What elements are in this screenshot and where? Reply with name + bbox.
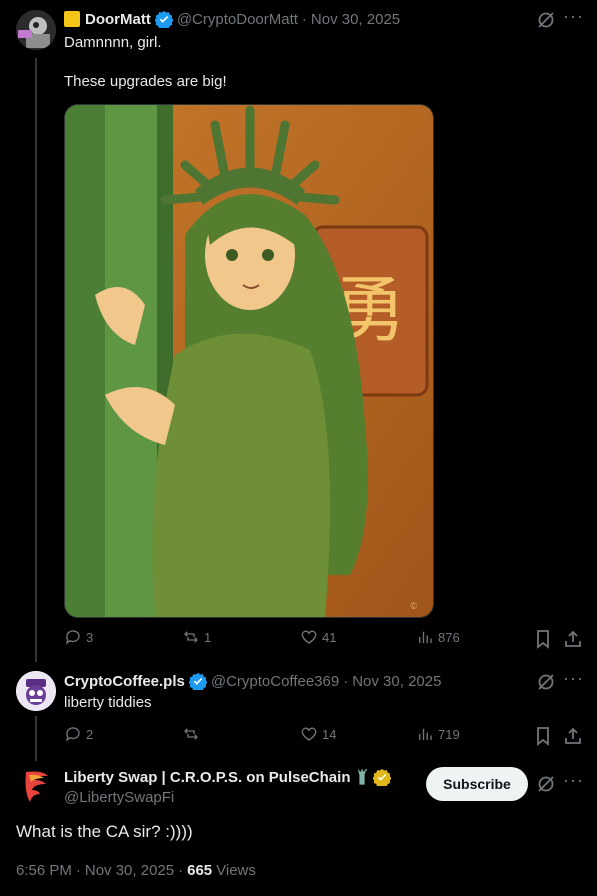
repost-button[interactable]: [182, 725, 204, 743]
doormatt-avatar-image: [16, 10, 56, 50]
post-time[interactable]: 6:56 PM: [16, 862, 72, 879]
bookmark-icon[interactable]: [533, 629, 553, 649]
views-icon: [419, 631, 432, 643]
grok-icon[interactable]: [536, 672, 556, 692]
author-name[interactable]: Liberty Swap | C.R.O.P.S. on PulseChain: [64, 769, 350, 786]
post-text-line2: These upgrades are big!: [64, 73, 227, 90]
views-button[interactable]: 876: [416, 628, 460, 646]
like-count: 14: [322, 726, 337, 742]
views-icon: [419, 728, 432, 740]
view-count: 876: [438, 629, 460, 645]
heart-icon: [301, 630, 317, 644]
verified-badge-icon: [154, 10, 173, 28]
reply-button[interactable]: 2: [64, 725, 93, 743]
repost-button[interactable]: 1: [182, 628, 211, 646]
image-watermark: ©: [410, 601, 417, 611]
separator-dot: ·: [301, 10, 307, 28]
reply-icon: [65, 727, 80, 742]
anime-liberty-illustration: 勇 ©: [65, 105, 433, 617]
reply-count: 3: [86, 629, 94, 645]
repost-count: 1: [204, 629, 212, 645]
post-image[interactable]: 勇 ©: [64, 104, 434, 618]
verified-gold-badge-icon: [373, 768, 392, 786]
separator-dot: ·: [178, 862, 184, 879]
post-text: liberty tiddies: [64, 694, 152, 711]
more-options-icon[interactable]: ···: [563, 770, 584, 791]
main-post-text: What is the CA sir? :)))): [16, 822, 193, 841]
heart-icon: [301, 727, 317, 741]
post-date[interactable]: Nov 30, 2025: [352, 673, 441, 690]
thread-line: [35, 58, 37, 662]
post-date[interactable]: Nov 30, 2025: [85, 862, 174, 879]
grok-icon[interactable]: [536, 774, 556, 794]
author-name[interactable]: DoorMatt: [85, 11, 151, 28]
views-count: 665: [187, 862, 213, 879]
bookmark-icon[interactable]: [533, 726, 553, 746]
views-button[interactable]: 719: [416, 725, 460, 743]
reply-button[interactable]: 3: [64, 628, 93, 646]
avatar[interactable]: [16, 10, 56, 50]
statue-of-liberty-emoji-icon: [355, 768, 369, 785]
yellow-square-emoji-icon: [64, 11, 80, 27]
grok-icon[interactable]: [536, 10, 556, 30]
more-options-icon[interactable]: ···: [563, 6, 584, 27]
like-count: 41: [322, 629, 337, 645]
avatar[interactable]: [16, 766, 56, 806]
share-icon[interactable]: [563, 726, 583, 746]
cryptocoffee-avatar-image: [16, 671, 56, 711]
avatar[interactable]: [16, 671, 56, 711]
views-label: Views: [216, 862, 256, 879]
reply-icon: [65, 630, 80, 645]
repost-icon: [184, 631, 198, 643]
like-button[interactable]: 41: [300, 628, 336, 646]
like-button[interactable]: 14: [300, 725, 336, 743]
share-icon[interactable]: [563, 629, 583, 649]
subscribe-button[interactable]: Subscribe: [426, 767, 528, 801]
reply-count: 2: [86, 726, 94, 742]
verified-badge-icon: [188, 672, 207, 690]
view-count: 719: [438, 726, 460, 742]
author-handle[interactable]: @CryptoDoorMatt: [177, 11, 298, 28]
author-name[interactable]: CryptoCoffee.pls: [64, 673, 185, 690]
post-date[interactable]: Nov 30, 2025: [311, 11, 400, 28]
separator-dot: ·: [343, 672, 349, 690]
more-options-icon[interactable]: ···: [563, 668, 584, 689]
author-handle[interactable]: @LibertySwapFi: [64, 789, 174, 806]
post-text-line1: Damnnnn, girl.: [64, 34, 162, 51]
libertyswap-logo-icon: [25, 771, 48, 802]
author-handle[interactable]: @CryptoCoffee369: [211, 673, 339, 690]
separator-dot: ·: [75, 862, 81, 879]
repost-icon: [184, 728, 198, 740]
thread-line: [35, 716, 37, 761]
